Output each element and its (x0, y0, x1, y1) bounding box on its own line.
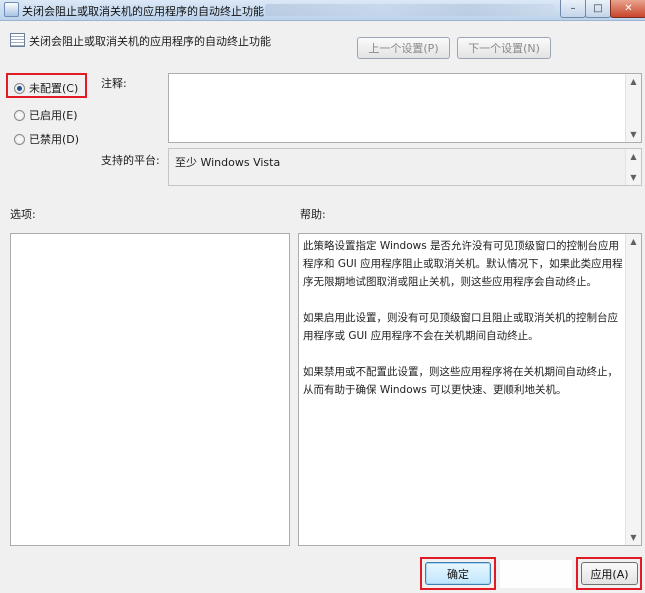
close-icon: ✕ (624, 3, 633, 14)
radio-button-icon (14, 133, 25, 145)
platform-value: 至少 Windows Vista (175, 156, 281, 169)
minimize-icon: – (570, 3, 576, 14)
radio-label: 未配置(C) (29, 82, 79, 95)
next-setting-button[interactable]: 下一个设置(N) (457, 37, 551, 59)
scroll-down-icon[interactable]: ▼ (626, 530, 641, 545)
help-paragraph: 此策略设置指定 Windows 是否允许没有可见顶级窗口的控制台应用程序和 GU… (303, 240, 623, 288)
platform-field: 至少 Windows Vista ▲ ▼ (168, 148, 642, 186)
maximize-button[interactable]: □ (585, 0, 611, 18)
app-icon (4, 2, 19, 17)
scroll-down-icon[interactable]: ▼ (626, 127, 641, 142)
platform-scrollbar[interactable]: ▲ ▼ (625, 149, 641, 185)
help-label: 帮助: (300, 208, 326, 221)
platform-label: 支持的平台: (101, 154, 160, 167)
options-panel (10, 233, 290, 546)
radio-not-configured[interactable]: 未配置(C) (14, 80, 78, 96)
policy-settings-icon (10, 33, 25, 47)
comment-label: 注释: (101, 77, 127, 90)
scroll-down-icon[interactable]: ▼ (626, 170, 641, 185)
apply-button[interactable]: 应用(A) (581, 562, 638, 585)
scroll-up-icon[interactable]: ▲ (626, 234, 641, 249)
comment-value (169, 74, 641, 80)
previous-setting-button[interactable]: 上一个设置(P) (357, 37, 450, 59)
policy-name-label: 关闭会阻止或取消关机的应用程序的自动终止功能 (29, 35, 271, 48)
obscured-cancel-area (500, 560, 572, 588)
radio-button-icon (14, 109, 25, 121)
comment-scrollbar[interactable]: ▲ ▼ (625, 74, 641, 142)
radio-button-icon (14, 82, 25, 94)
comment-textarea[interactable]: ▲ ▼ (168, 73, 642, 143)
help-scrollbar[interactable]: ▲ ▼ (625, 234, 641, 545)
window-title: 关闭会阻止或取消关机的应用程序的自动终止功能 (22, 5, 264, 18)
radio-label: 已启用(E) (29, 109, 78, 122)
radio-enabled[interactable]: 已启用(E) (14, 107, 78, 123)
radio-disabled[interactable]: 已禁用(D) (14, 131, 79, 147)
scroll-up-icon[interactable]: ▲ (626, 74, 641, 89)
radio-selected-dot (17, 85, 22, 91)
close-button[interactable]: ✕ (610, 0, 645, 18)
minimize-button[interactable]: – (560, 0, 586, 18)
maximize-icon: □ (593, 3, 603, 14)
help-paragraph: 如果禁用或不配置此设置，则这些应用程序将在关机期间自动终止，从而有助于确保 Wi… (303, 366, 618, 396)
radio-label: 已禁用(D) (29, 133, 80, 146)
help-paragraph: 如果启用此设置，则没有可见顶级窗口且阻止或取消关机的控制台应用程序或 GUI 应… (303, 312, 618, 342)
options-label: 选项: (10, 208, 36, 221)
ok-button[interactable]: 确定 (425, 562, 491, 585)
title-bar-blurred-area (265, 4, 555, 16)
scroll-up-icon[interactable]: ▲ (626, 149, 641, 164)
title-bar[interactable]: 关闭会阻止或取消关机的应用程序的自动终止功能 – □ ✕ (0, 0, 645, 21)
help-panel: 此策略设置指定 Windows 是否允许没有可见顶级窗口的控制台应用程序和 GU… (298, 233, 642, 546)
